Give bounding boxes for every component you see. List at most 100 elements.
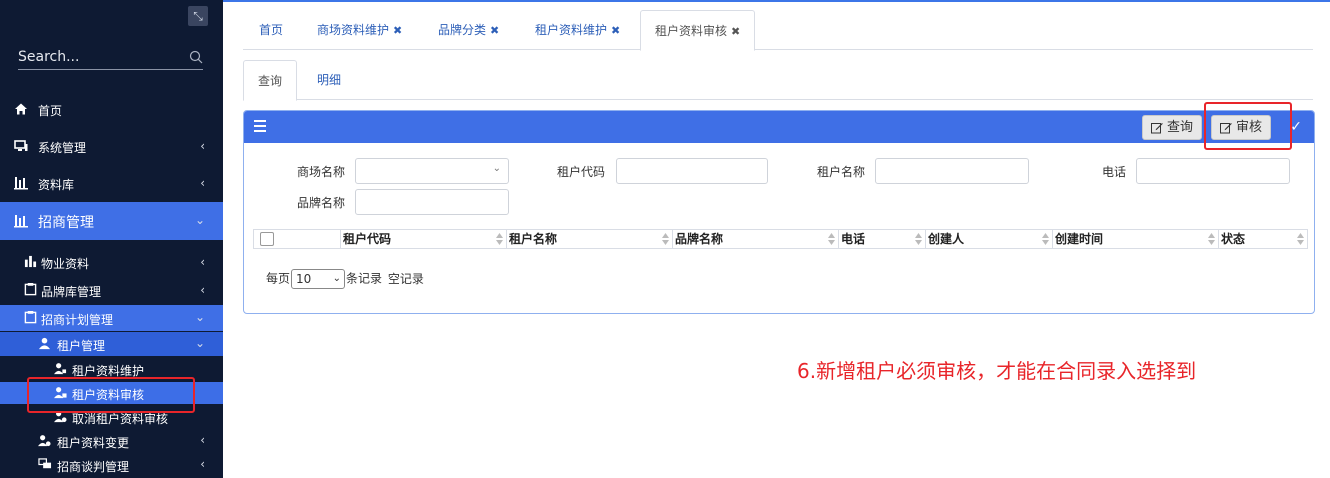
grid-col-brand-name[interactable]: 品牌名称 xyxy=(673,230,839,248)
query-button[interactable]: 查询 xyxy=(1142,115,1203,140)
sidebar-item-label: 租户资料变更 xyxy=(57,436,130,450)
column-header-label: 品牌名称 xyxy=(675,232,724,246)
query-button-label: 查询 xyxy=(1167,120,1194,135)
tab-label: 品牌分类 xyxy=(438,23,487,37)
sidebar-item-label: 招商计划管理 xyxy=(41,313,114,327)
grid-col-tenant-code[interactable]: 租户代码 xyxy=(341,230,507,248)
tenant-code-input[interactable] xyxy=(616,158,768,184)
sub-tabs: 查询 明细 xyxy=(243,60,1313,101)
sidebar-item-label: 品牌库管理 xyxy=(41,285,102,299)
highlight-box-audit xyxy=(1204,102,1292,150)
sort-icon xyxy=(1297,233,1304,245)
annotation-text: 6.新增租户必须审核，才能在合同录入选择到 xyxy=(797,359,1197,383)
query-panel: 查询 审核 ✓ 商场名称 ⌄ 租户代码 租户名称 电话 品牌名称 租户代码 租户… xyxy=(243,110,1315,314)
search-input[interactable]: Search... xyxy=(18,49,79,65)
edit-icon xyxy=(1151,123,1163,134)
phone-label: 电话 xyxy=(1102,165,1127,179)
chart-icon xyxy=(24,255,37,268)
sidebar-search[interactable]: Search... xyxy=(18,48,203,70)
chevron-down-icon: ⌄ xyxy=(194,336,205,350)
chat-icon xyxy=(38,458,52,469)
page: ⤡ Search... 首页 系统管理 ‹ 资料库 ‹ 招商管理 ⌄ 物业资料 … xyxy=(0,0,1330,478)
tenant-code-label: 租户代码 xyxy=(557,165,606,179)
sidebar-item-property[interactable]: 物业资料 ‹ xyxy=(0,250,223,274)
sidebar-item-library[interactable]: 资料库 ‹ xyxy=(0,170,223,196)
collapse-sidebar-icon[interactable]: ⤡ xyxy=(188,6,208,26)
select-all-checkbox[interactable] xyxy=(260,232,274,246)
grid-col-tenant-name[interactable]: 租户名称 xyxy=(507,230,673,248)
menu-icon[interactable] xyxy=(254,120,266,132)
tab-brand-category[interactable]: 品牌分类 ✖ xyxy=(438,10,499,50)
tab-tenant-maintain[interactable]: 租户资料维护 ✖ xyxy=(535,10,620,50)
tab-label: 商场资料维护 xyxy=(317,23,390,37)
column-header-label: 电话 xyxy=(841,232,866,246)
sidebar-item-label: 物业资料 xyxy=(41,257,90,271)
tab-home[interactable]: 首页 xyxy=(259,10,283,50)
sidebar-item-system[interactable]: 系统管理 ‹ xyxy=(0,133,223,159)
tenant-name-label: 租户名称 xyxy=(817,165,866,179)
sidebar-item-negotiation[interactable]: 招商谈判管理 ‹ xyxy=(0,454,223,476)
close-icon[interactable]: ✖ xyxy=(731,25,740,38)
grid-header: 租户代码 租户名称 品牌名称 电话 创建人 创建时间 状态 xyxy=(253,229,1308,249)
chevron-down-icon: ⌄ xyxy=(194,310,205,324)
sidebar-item-tenant-change[interactable]: 租户资料变更 ‹ xyxy=(0,430,223,452)
column-header-label: 创建人 xyxy=(928,232,965,246)
sort-icon xyxy=(1042,233,1049,245)
sidebar-item-label: 资料库 xyxy=(38,178,75,192)
search-icon[interactable] xyxy=(189,50,203,64)
sidebar-item-label: 首页 xyxy=(38,104,63,118)
subtab-label: 查询 xyxy=(258,74,283,88)
grid-col-status[interactable]: 状态 xyxy=(1219,230,1307,248)
pager-suffix: 条记录 xyxy=(346,271,383,286)
sidebar-item-investment-plan[interactable]: 招商计划管理 ⌄ xyxy=(0,305,223,331)
column-header-label: 创建时间 xyxy=(1055,232,1104,246)
building-icon xyxy=(14,177,28,190)
mall-name-select[interactable]: ⌄ xyxy=(355,158,509,184)
sidebar-item-brand-library[interactable]: 品牌库管理 ‹ xyxy=(0,278,223,302)
tab-tenant-audit[interactable]: 租户资料审核 ✖ xyxy=(640,10,756,51)
sort-icon xyxy=(1208,233,1215,245)
grid-col-phone[interactable]: 电话 xyxy=(839,230,926,248)
brand-name-label: 品牌名称 xyxy=(297,196,346,210)
panel-header: 查询 审核 ✓ xyxy=(244,111,1314,143)
page-size-value: 10 xyxy=(296,272,312,286)
close-icon[interactable]: ✖ xyxy=(490,24,499,37)
user-icon xyxy=(38,337,51,350)
clipboard-icon xyxy=(24,311,37,324)
chevron-left-icon: ‹ xyxy=(200,255,205,269)
sidebar-item-tenant-management[interactable]: 租户管理 ⌄ xyxy=(0,332,223,356)
mall-name-label: 商场名称 xyxy=(297,165,346,179)
column-header-label: 状态 xyxy=(1221,232,1246,246)
tab-label: 租户资料审核 xyxy=(655,24,728,38)
chevron-down-icon: ⌄ xyxy=(194,213,205,227)
tab-mall-maintain[interactable]: 商场资料维护 ✖ xyxy=(317,10,402,50)
building-icon xyxy=(14,215,28,228)
brand-name-input[interactable] xyxy=(355,189,509,215)
phone-input[interactable] xyxy=(1136,158,1290,184)
sort-icon xyxy=(828,233,835,245)
chevron-left-icon: ‹ xyxy=(200,457,205,471)
sidebar-item-home[interactable]: 首页 xyxy=(0,96,223,122)
subtab-query[interactable]: 查询 xyxy=(243,60,298,101)
sidebar-item-label: 租户管理 xyxy=(57,339,106,353)
subtab-detail[interactable]: 明细 xyxy=(317,60,341,100)
page-size-select[interactable]: 10 ⌄ xyxy=(291,269,346,289)
tab-label: 首页 xyxy=(259,23,284,37)
sidebar-item-label: 系统管理 xyxy=(38,141,87,155)
sidebar-item-investment[interactable]: 招商管理 ⌄ xyxy=(0,202,223,240)
grid-col-creator[interactable]: 创建人 xyxy=(926,230,1053,248)
chevron-down-icon: ⌄ xyxy=(332,273,342,284)
pager-prefix: 每页 xyxy=(266,271,291,286)
highlight-box-sidebar xyxy=(27,377,195,413)
grid-col-created-time[interactable]: 创建时间 xyxy=(1053,230,1219,248)
collapse-panel-icon[interactable]: ✓ xyxy=(1290,119,1302,135)
user-change-icon xyxy=(38,435,51,447)
chevron-down-icon: ⌄ xyxy=(492,163,501,174)
close-icon[interactable]: ✖ xyxy=(611,24,620,37)
chevron-left-icon: ‹ xyxy=(200,139,205,153)
tenant-name-input[interactable] xyxy=(875,158,1029,184)
sidebar-item-label: 招商谈判管理 xyxy=(57,460,130,474)
empty-records-text: 空记录 xyxy=(387,271,424,286)
close-icon[interactable]: ✖ xyxy=(393,24,402,37)
user-edit-icon xyxy=(54,363,67,375)
